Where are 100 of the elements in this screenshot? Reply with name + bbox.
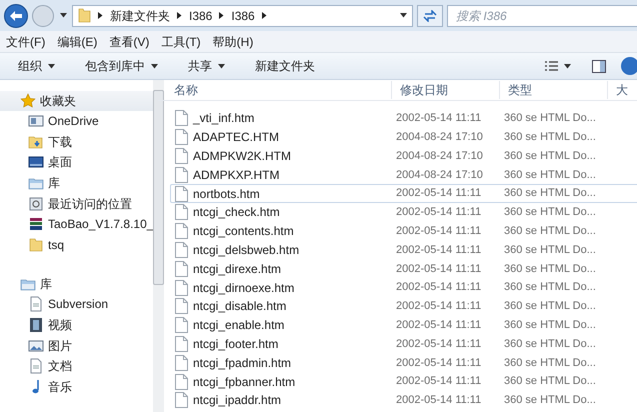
file-type: 360 se HTML Do... <box>504 224 596 239</box>
file-icon <box>175 148 188 164</box>
nav-item[interactable]: 桌面 <box>0 152 154 173</box>
file-type: 360 se HTML Do... <box>504 111 596 126</box>
nav-item[interactable]: 音乐 <box>0 376 154 398</box>
file-row[interactable]: ntcgi_disable.htm 2002-05-14 11:11 360 se HTML Do... <box>170 296 637 316</box>
menu-item[interactable]: 帮助(H) <box>212 32 254 50</box>
file-row[interactable]: ntcgi_fpbanner.htm 2002-05-14 11:11 360 se HTML Do... <box>170 372 637 391</box>
modified-date: 2002-05-14 11:11 <box>396 336 482 352</box>
nav-item[interactable]: 最近访问的位置 <box>0 193 154 214</box>
help-button[interactable] <box>621 57 637 75</box>
nav-group-label: 收藏夹 <box>40 93 76 110</box>
picture-icon <box>28 338 44 354</box>
file-row[interactable]: ntcgi_dirnoexe.htm 2002-05-14 11:11 360 se HTML Do... <box>170 278 637 297</box>
file-row[interactable]: ntcgi_fpadmin.htm 2002-05-14 11:11 360 se HTML Do... <box>170 353 637 372</box>
nav-item[interactable]: 图片 <box>0 335 154 356</box>
file-type: 360 se HTML Do... <box>504 336 596 352</box>
nav-item[interactable]: tsq <box>0 234 154 256</box>
nav-item[interactable]: 视频 <box>0 314 154 336</box>
file-row[interactable]: ntcgi_delsbweb.htm 2002-05-14 11:11 360 se HTML Do... <box>170 240 637 260</box>
nav-item[interactable]: 库 <box>0 172 154 194</box>
breadcrumb-segment[interactable]: I386 <box>189 6 212 24</box>
file-row[interactable]: ntcgi_enable.htm 2002-05-14 11:11 360 se HTML Do... <box>170 316 637 335</box>
caret-icon <box>151 64 158 68</box>
file-icon <box>175 392 188 408</box>
toolbar-button[interactable]: 组织 <box>10 55 63 77</box>
file-name: ntcgi_ipaddr.htm <box>193 392 282 410</box>
modified-date: 2002-05-14 11:11 <box>396 280 482 296</box>
file-row[interactable]: ntcgi_check.htm 2002-05-14 11:11 360 se HTML Do... <box>170 202 637 222</box>
file-type: 360 se HTML Do... <box>504 280 596 296</box>
modified-date: 2002-05-14 11:11 <box>396 205 482 220</box>
file-row[interactable]: ntcgi_contents.htm 2002-05-14 11:11 360 se HTML Do... <box>170 222 637 241</box>
nav-item[interactable]: OneDrive <box>0 111 154 132</box>
scrollbar-thumb[interactable] <box>153 90 164 285</box>
menu-item[interactable]: 编辑(E) <box>57 32 98 50</box>
nav-item[interactable]: 文档 <box>0 356 154 377</box>
chevron-icon <box>219 12 224 19</box>
column-header[interactable]: 修改日期 <box>391 81 499 99</box>
file-icon <box>175 186 188 202</box>
chevron-icon <box>98 12 103 19</box>
toolbar-button[interactable]: 共享 <box>180 55 233 77</box>
file-name: ntcgi_direxe.htm <box>193 260 282 278</box>
file-name: nortbots.htm <box>193 186 260 203</box>
file-icon <box>175 374 188 390</box>
file-name: ntcgi_footer.htm <box>193 336 278 353</box>
column-header[interactable]: 类型 <box>499 81 607 99</box>
file-row[interactable]: ntcgi_footer.htm 2002-05-14 11:11 360 se HTML Do... <box>170 334 637 354</box>
nav-item[interactable]: Subversion <box>0 294 154 315</box>
caret-icon <box>60 13 66 18</box>
breadcrumb-segment[interactable]: I386 <box>231 6 255 24</box>
document-icon <box>28 358 44 374</box>
nav-item[interactable]: 下载 <box>0 132 154 152</box>
column-header[interactable]: 大 <box>607 81 628 99</box>
column-header[interactable]: 名称 <box>158 81 391 99</box>
file-row[interactable]: ntcgi_ipaddr.htm 2002-05-14 11:11 360 se HTML Do... <box>170 390 637 410</box>
nav-item[interactable]: TaoBao_V1.7.8.10_ <box>0 214 154 235</box>
file-name: ntcgi_fpbanner.htm <box>193 374 296 391</box>
search-field[interactable]: 搜索 I386 <box>447 4 637 26</box>
caret-icon <box>218 64 225 68</box>
back-button[interactable] <box>4 4 28 28</box>
chevron-icon <box>177 12 182 19</box>
modified-date: 2002-05-14 11:11 <box>396 299 482 314</box>
file-icon <box>175 298 188 314</box>
file-row[interactable]: nortbots.htm 2002-05-14 11:11 360 se HTML Do... <box>170 184 637 203</box>
file-type: 360 se HTML Do... <box>504 242 596 258</box>
scrollbar[interactable] <box>153 80 164 412</box>
breadcrumb-segment[interactable]: 新建文件夹 <box>110 6 170 24</box>
toolbar-button[interactable]: 包含到库中 <box>77 55 166 77</box>
menu-item[interactable]: 文件(F) <box>6 32 46 50</box>
chevron-icon <box>262 12 267 19</box>
file-icon <box>175 110 188 126</box>
details-view-icon <box>545 60 558 72</box>
refresh-button[interactable] <box>417 4 443 26</box>
toolbar-button[interactable]: 新建文件夹 <box>247 55 323 77</box>
recent-places-icon <box>28 196 44 212</box>
file-row[interactable]: _vti_inf.htm 2002-05-14 11:11 360 se HTML Do... <box>170 109 637 128</box>
file-name: ntcgi_delsbweb.htm <box>193 242 300 259</box>
nav-group-header[interactable]: 收藏夹 <box>0 91 154 111</box>
menu-item[interactable]: 查看(V) <box>109 32 150 50</box>
nav-group-header[interactable]: 库 <box>0 274 154 294</box>
file-row[interactable]: ntcgi_direxe.htm 2002-05-14 11:11 360 se HTML Do... <box>170 259 637 278</box>
file-row[interactable]: ADMPKW2K.HTM 2004-08-24 17:10 360 se HTML Do... <box>170 146 637 166</box>
file-type: 360 se HTML Do... <box>504 299 596 314</box>
file-name: ADMPKW2K.HTM <box>193 148 292 165</box>
menu-item[interactable]: 工具(T) <box>161 32 201 50</box>
file-row[interactable]: ADMPKXP.HTM 2004-08-24 17:10 360 se HTML Do... <box>170 165 637 184</box>
modified-date: 2004-08-24 17:10 <box>396 148 483 164</box>
star-icon <box>20 93 36 109</box>
modified-date: 2002-05-14 11:11 <box>396 111 482 126</box>
document-icon <box>28 296 44 312</box>
modified-date: 2002-05-14 11:11 <box>396 374 482 390</box>
file-name: ntcgi_fpadmin.htm <box>193 354 292 372</box>
file-icon <box>175 166 188 183</box>
file-row[interactable]: ADAPTEC.HTM 2004-08-24 17:10 360 se HTML Do... <box>170 128 637 147</box>
address-bar[interactable]: 新建文件夹 I386 I386 <box>72 4 413 26</box>
modified-date: 2002-05-14 11:11 <box>396 242 482 258</box>
folder-icon <box>28 236 44 253</box>
file-icon <box>175 354 188 371</box>
file-name: ntcgi_enable.htm <box>193 317 284 334</box>
modified-date: 2002-05-14 11:11 <box>396 318 482 333</box>
